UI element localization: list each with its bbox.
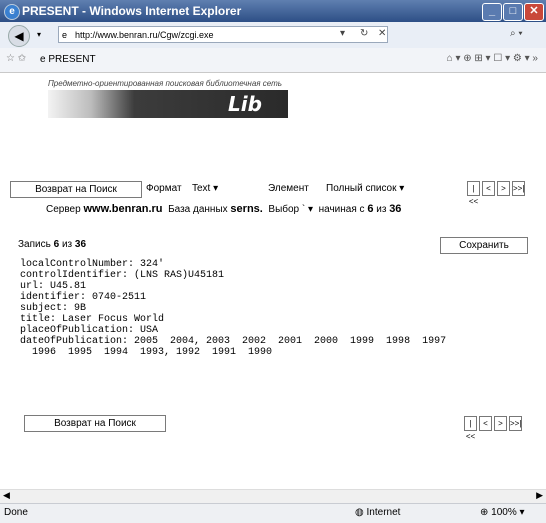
next-page-button[interactable]: > — [497, 181, 510, 196]
element-label: Элемент — [268, 183, 309, 194]
page-content: Предметно-ориентированная поисковая библ… — [0, 73, 546, 503]
record-line: localControlNumber: 324' — [20, 259, 165, 270]
record-of: из — [61, 239, 73, 250]
record-line: dateOfPublication: 2005 2004, 2003 2002 … — [20, 336, 447, 347]
format-select[interactable]: Text ▾ — [192, 183, 218, 194]
first-page-button[interactable]: |<< — [467, 181, 480, 206]
scroll-right-icon[interactable]: ▶ — [536, 490, 543, 501]
record-line: subject: 9B — [20, 303, 87, 314]
last-page-button[interactable]: >>| — [509, 416, 522, 431]
select-dropdown[interactable]: ` ▾ — [302, 204, 313, 215]
record-line: title: Laser Focus World — [20, 314, 165, 325]
element-select[interactable]: Полный список ▾ — [326, 183, 404, 194]
page-icon: e — [62, 30, 68, 40]
format-value: Text — [192, 183, 211, 194]
record-line: identifier: 0740-2511 — [20, 292, 147, 303]
save-button[interactable]: Сохранить — [440, 237, 528, 254]
format-label: Формат — [146, 183, 182, 194]
close-button[interactable]: ✕ — [524, 3, 544, 21]
record-line: controlIdentifier: (LNS RAS)U45181 — [20, 270, 225, 281]
prev-page-button[interactable]: < — [479, 416, 492, 431]
start-value: 6 — [367, 203, 374, 215]
window-title: PRESENT - Windows Internet Explorer — [22, 4, 242, 18]
scroll-left-icon[interactable]: ◀ — [3, 490, 10, 501]
db-label: База данных — [168, 204, 228, 215]
zoom-icon: ⊕ — [480, 507, 489, 518]
tab-label: PRESENT — [48, 54, 96, 65]
stop-icon[interactable]: ✕ — [378, 28, 386, 39]
tab-bar: ☆ ✩ e PRESENT ⌂ ▾ ⊕ ⊞ ▾ ☐ ▾ ⚙ ▾ » — [0, 48, 546, 73]
refresh-icon[interactable]: ↻ — [360, 28, 368, 39]
address-input[interactable]: e http://www.benran.ru/Cgw/zcgi.exe — [58, 26, 388, 43]
zoom-value: 100% — [491, 507, 517, 518]
status-text: Done — [4, 507, 28, 518]
chevron-down-icon: ▾ — [399, 183, 405, 194]
back-to-search-button[interactable]: Возврат на Поиск — [10, 181, 142, 198]
zoom-control[interactable]: ⊕ 100% ▾ — [480, 507, 525, 518]
status-bar: Done ◍ Internet ⊕ 100% ▾ — [0, 503, 546, 523]
prev-page-button[interactable]: < — [482, 181, 495, 196]
element-value: Полный список — [326, 183, 397, 194]
tab-present[interactable]: e PRESENT — [40, 54, 96, 65]
start-label: начиная с — [318, 204, 365, 215]
back-to-search-button-bottom[interactable]: Возврат на Поиск — [24, 415, 166, 432]
tab-page-icon: e — [40, 54, 46, 65]
record-label: Запись — [18, 239, 51, 250]
record-total: 36 — [74, 239, 87, 250]
horizontal-scrollbar[interactable]: ◀ ▶ — [0, 489, 546, 504]
network-slogan: Предметно-ориентированная поисковая библ… — [48, 79, 282, 88]
url-dropdown-icon[interactable]: ▾ — [340, 28, 345, 39]
server-info-row: Сервер www.benran.ru База данных serns. … — [46, 203, 401, 215]
next-page-button[interactable]: > — [494, 416, 507, 431]
library-banner: Lib — [48, 90, 288, 118]
record-line: url: U45.81 — [20, 281, 87, 292]
search-icon[interactable]: ⌕ ▾ — [510, 28, 523, 39]
total-value: 36 — [389, 203, 402, 215]
chevron-down-icon: ▾ — [519, 507, 525, 518]
title-bar: e PRESENT - Windows Internet Explorer _ … — [0, 0, 546, 22]
record-line: 1996 1995 1994 1993, 1992 1991 1990 — [20, 347, 273, 358]
first-page-button[interactable]: |<< — [464, 416, 477, 441]
dropdown-icon[interactable]: ▾ — [32, 25, 46, 45]
back-nav-icon[interactable]: ◀ — [8, 25, 30, 47]
favorites-star-icon[interactable]: ☆ ✩ — [6, 53, 26, 64]
ie-logo-icon: e — [4, 4, 20, 20]
last-page-button[interactable]: >>| — [512, 181, 525, 196]
server-value: www.benran.ru — [83, 203, 163, 215]
select-label: Выбор — [268, 204, 300, 215]
internet-zone: ◍ Internet — [355, 507, 400, 518]
of-label: из — [376, 204, 387, 215]
globe-icon: ◍ — [355, 507, 364, 518]
chevron-down-icon: ▾ — [213, 183, 219, 194]
maximize-button[interactable]: □ — [503, 3, 523, 21]
command-bar-icons[interactable]: ⌂ ▾ ⊕ ⊞ ▾ ☐ ▾ ⚙ ▾ » — [447, 53, 538, 64]
logo-text: Lib — [228, 92, 262, 116]
address-url: http://www.benran.ru/Cgw/zcgi.exe — [75, 30, 214, 40]
server-label: Сервер — [46, 204, 81, 215]
record-num: 6 — [53, 239, 60, 250]
minimize-button[interactable]: _ — [482, 3, 502, 21]
chevron-down-icon: ▾ — [308, 204, 314, 215]
zone-label: Internet — [366, 507, 401, 518]
db-value: serns. — [230, 203, 263, 215]
record-header: Запись 6 из 36 — [18, 239, 86, 250]
address-toolbar: ◀ ▾ e http://www.benran.ru/Cgw/zcgi.exe … — [0, 22, 546, 49]
record-line: placeOfPublication: USA — [20, 325, 159, 336]
